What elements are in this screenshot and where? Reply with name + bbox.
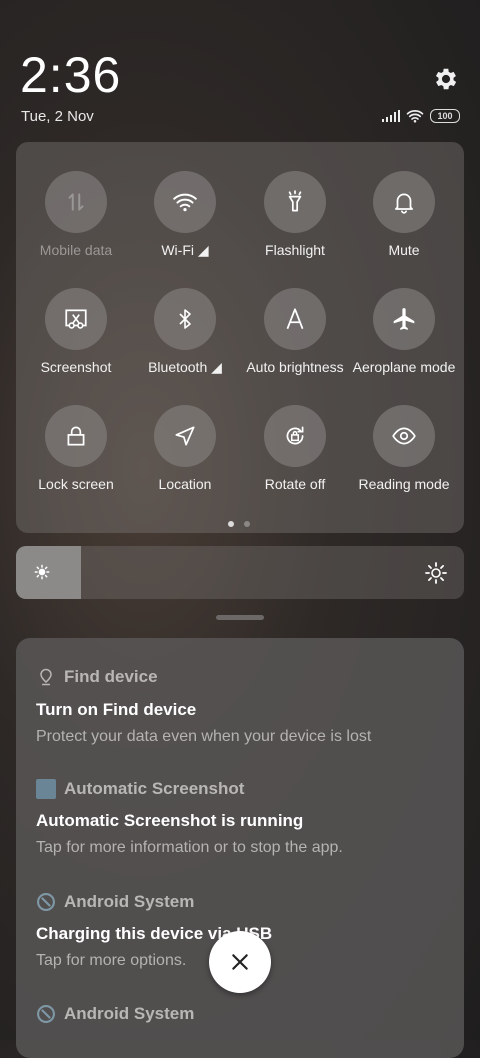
close-icon	[232, 954, 248, 970]
tile-label: Flashlight	[265, 242, 325, 258]
mobile-data-icon	[45, 171, 107, 233]
screenshot-icon	[45, 288, 107, 350]
notification-app-name: Find device	[64, 667, 158, 686]
tile-label: Reading mode	[358, 476, 450, 492]
tile-label: Lock screen	[38, 476, 114, 492]
bluetooth-icon	[154, 288, 216, 350]
drag-handle[interactable]	[216, 615, 264, 620]
notification-find-device[interactable]: Find device Turn on Find device Protect …	[36, 666, 446, 746]
battery-icon: 100	[430, 109, 460, 123]
tile-reading-mode[interactable]: Reading mode	[349, 405, 459, 492]
notification-android-system[interactable]: Android System	[36, 1004, 446, 1024]
app-square-icon	[36, 779, 56, 799]
notification-title: Turn on Find device	[36, 700, 197, 719]
date-label: Tue, 2 Nov	[21, 108, 94, 125]
tile-label: Auto brightness	[246, 359, 344, 375]
tile-screenshot[interactable]: Screenshot	[21, 288, 131, 375]
tile-lock-screen[interactable]: Lock screen	[21, 405, 131, 492]
eye-icon	[373, 405, 435, 467]
tile-rotate-off[interactable]: Rotate off	[240, 405, 350, 492]
status-bar-icons: 100	[382, 109, 460, 123]
brightness-slider[interactable]	[16, 546, 464, 599]
rotate-lock-icon	[264, 405, 326, 467]
notification-app-name: Android System	[64, 892, 195, 911]
clear-notifications-button[interactable]	[209, 931, 271, 993]
notification-app-name: Android System	[64, 1004, 195, 1023]
notification-app-name: Automatic Screenshot	[64, 779, 245, 798]
settings-gear-icon[interactable]	[432, 65, 460, 93]
tile-auto-brightness[interactable]: Auto brightness	[240, 288, 350, 375]
tile-mobile-data[interactable]: Mobile data	[21, 171, 131, 258]
tile-location[interactable]: Location	[130, 405, 240, 492]
notification-panel: Find device Turn on Find device Protect …	[16, 638, 464, 1058]
wifi-icon	[406, 110, 424, 123]
lock-icon	[45, 405, 107, 467]
notification-title: Automatic Screenshot is running	[36, 811, 304, 830]
tile-label: Mobile data	[39, 242, 113, 258]
auto-brightness-icon	[264, 288, 326, 350]
notification-automatic-screenshot[interactable]: Automatic Screenshot Automatic Screensho…	[36, 779, 446, 857]
tile-label: Mute	[388, 242, 420, 258]
signal-icon	[382, 110, 400, 122]
page-dot-1	[228, 521, 234, 527]
tile-label: Bluetooth ◢	[148, 359, 222, 375]
tile-label: Wi-Fi ◢	[161, 242, 209, 258]
location-icon	[154, 405, 216, 467]
notification-body: Protect your data even when your device …	[36, 728, 372, 745]
page-dot-2	[244, 521, 250, 527]
android-system-icon	[37, 893, 55, 911]
clock-time: 2:36	[20, 47, 122, 103]
brightness-low-icon	[34, 564, 50, 580]
tile-label: Rotate off	[264, 476, 326, 492]
airplane-icon	[373, 288, 435, 350]
tile-mute[interactable]: Mute	[349, 171, 459, 258]
flashlight-icon	[264, 171, 326, 233]
bell-icon	[373, 171, 435, 233]
page-indicator	[228, 521, 250, 527]
tile-wifi[interactable]: Wi-Fi ◢	[130, 171, 240, 259]
wifi-icon	[154, 171, 216, 233]
location-pin-icon	[40, 668, 52, 686]
tile-aeroplane-mode[interactable]: Aeroplane mode	[349, 288, 459, 375]
brightness-high-icon	[425, 562, 447, 584]
tile-bluetooth[interactable]: Bluetooth ◢	[130, 288, 240, 376]
tile-label: Screenshot	[40, 359, 112, 375]
tile-flashlight[interactable]: Flashlight	[240, 171, 350, 258]
notification-body: Tap for more information or to stop the …	[36, 839, 343, 856]
android-system-icon	[37, 1005, 55, 1023]
tile-label: Aeroplane mode	[352, 359, 456, 375]
tile-label: Location	[158, 476, 212, 492]
